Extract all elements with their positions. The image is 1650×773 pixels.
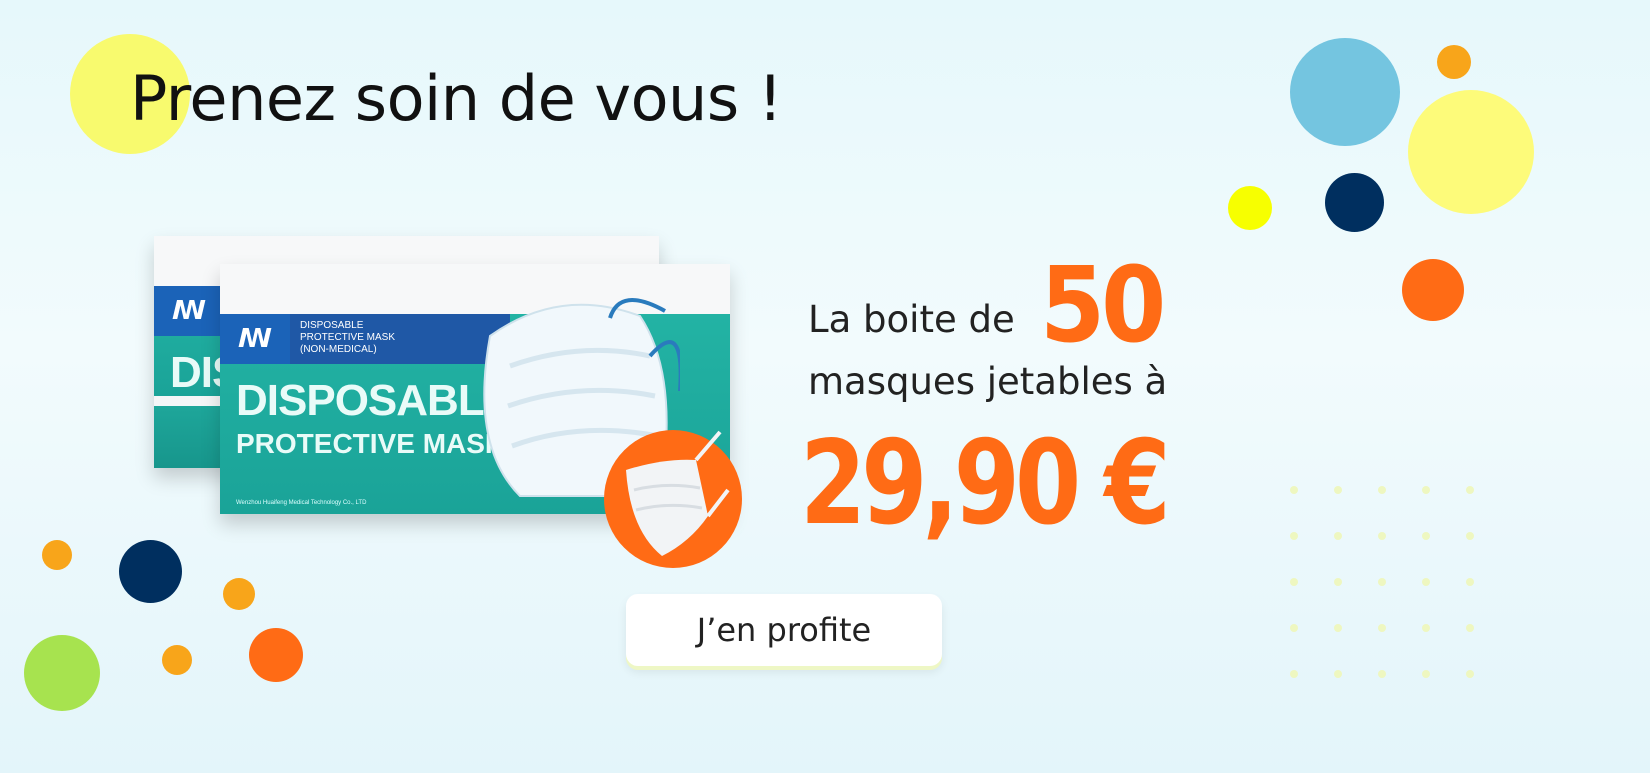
grid-dot xyxy=(1422,532,1430,540)
offer-line2: masques jetables à xyxy=(808,360,1168,403)
offer-price: 29,90 € xyxy=(800,416,1171,551)
grid-dot xyxy=(1378,624,1386,632)
brand-logo-icon: ꟿ xyxy=(154,286,224,336)
grid-dot xyxy=(1290,670,1298,678)
decor-orange-dot-right xyxy=(1402,259,1464,321)
grid-dot xyxy=(1378,486,1386,494)
box-small-text: DISPOSABLE PROTECTIVE MASK (NON-MEDICAL) xyxy=(300,320,396,355)
grid-dot xyxy=(1334,486,1342,494)
offer-prefix: La boite de xyxy=(808,298,1015,341)
grid-dot xyxy=(1334,670,1342,678)
grid-dot xyxy=(1422,670,1430,678)
grid-dot xyxy=(1378,670,1386,678)
decor-yellow-dot-large xyxy=(1408,90,1534,214)
grid-dot xyxy=(1334,624,1342,632)
decor-orange-dot-left xyxy=(249,628,303,682)
grid-dot xyxy=(1422,624,1430,632)
decor-amber-dot-small xyxy=(1437,45,1471,79)
grid-dot xyxy=(1466,624,1474,632)
grid-dot xyxy=(1466,486,1474,494)
grid-dot xyxy=(1334,578,1342,586)
decor-lime-dot xyxy=(24,635,100,711)
grid-dot xyxy=(1422,486,1430,494)
grid-dot xyxy=(1290,624,1298,632)
grid-dot xyxy=(1466,578,1474,586)
decor-navy-dot-right xyxy=(1325,173,1384,232)
decor-sky-dot xyxy=(1290,38,1400,146)
product-image: ꟿ DIS PROT ꟿ DISPOSABLE PROTECTIVE MASK … xyxy=(150,236,790,606)
decor-amber-dot-low xyxy=(162,645,192,675)
promo-banner: Prenez soin de vous ! ꟿ DIS PROT ꟿ DISPO… xyxy=(0,0,1650,773)
cta-button[interactable]: J’en profite xyxy=(626,594,942,666)
headline: Prenez soin de vous ! xyxy=(130,62,783,135)
grid-dot xyxy=(1466,532,1474,540)
grid-dot xyxy=(1466,670,1474,678)
grid-dot xyxy=(1422,578,1430,586)
grid-dot xyxy=(1334,532,1342,540)
grid-dot xyxy=(1290,578,1298,586)
grid-dot xyxy=(1290,532,1298,540)
decor-bright-yellow-dot xyxy=(1228,186,1272,230)
box-maker: Wenzhou Huaifeng Medical Technology Co.,… xyxy=(236,500,367,506)
decor-amber-dot-left xyxy=(42,540,72,570)
grid-dot xyxy=(1378,578,1386,586)
mask-badge-icon xyxy=(604,430,742,568)
offer-quantity: 50 xyxy=(1040,244,1166,366)
brand-logo-icon: ꟿ xyxy=(220,314,290,364)
decor-dot-grid xyxy=(1290,486,1490,686)
grid-dot xyxy=(1378,532,1386,540)
grid-dot xyxy=(1290,486,1298,494)
